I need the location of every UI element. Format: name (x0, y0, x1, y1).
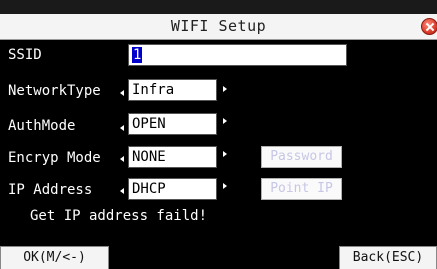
auth-mode-left-arrow-icon[interactable] (120, 125, 124, 131)
ip-address-right-arrow-icon[interactable] (223, 183, 227, 189)
auth-mode-right-arrow-icon[interactable] (223, 118, 227, 124)
ssid-value: 1 (132, 47, 143, 63)
auth-mode-label: AuthMode (8, 118, 76, 134)
network-type-select[interactable]: Infra (128, 79, 217, 101)
point-ip-button[interactable]: Point IP (261, 178, 342, 200)
encryp-mode-label: Encryp Mode (8, 150, 101, 166)
ip-address-left-arrow-icon[interactable] (120, 188, 124, 194)
network-type-left-arrow-icon[interactable] (120, 90, 124, 96)
encryp-mode-select[interactable]: NONE (128, 146, 217, 168)
wifi-setup-screen: WIFI Setup SSID 1 NetworkType Infra Auth… (0, 0, 437, 269)
status-message: Get IP address faild! (30, 208, 208, 224)
ip-address-select[interactable]: DHCP (128, 178, 217, 200)
network-type-label: NetworkType (8, 83, 101, 99)
auth-mode-select[interactable]: OPEN (128, 113, 217, 135)
ip-address-label: IP Address (8, 182, 93, 198)
screen-top-edge (0, 0, 437, 14)
encryp-mode-left-arrow-icon[interactable] (120, 156, 124, 162)
password-button[interactable]: Password (261, 146, 342, 168)
back-button[interactable]: Back(ESC) (339, 246, 437, 269)
ssid-input[interactable]: 1 (128, 44, 347, 66)
network-type-right-arrow-icon[interactable] (223, 86, 227, 92)
encryp-mode-right-arrow-icon[interactable] (223, 151, 227, 157)
title-bar: WIFI Setup (0, 14, 437, 40)
window-title: WIFI Setup (170, 17, 267, 35)
ok-button[interactable]: OK(M/<-) (0, 246, 109, 269)
ssid-label: SSID (8, 47, 42, 63)
close-icon[interactable] (421, 18, 437, 35)
